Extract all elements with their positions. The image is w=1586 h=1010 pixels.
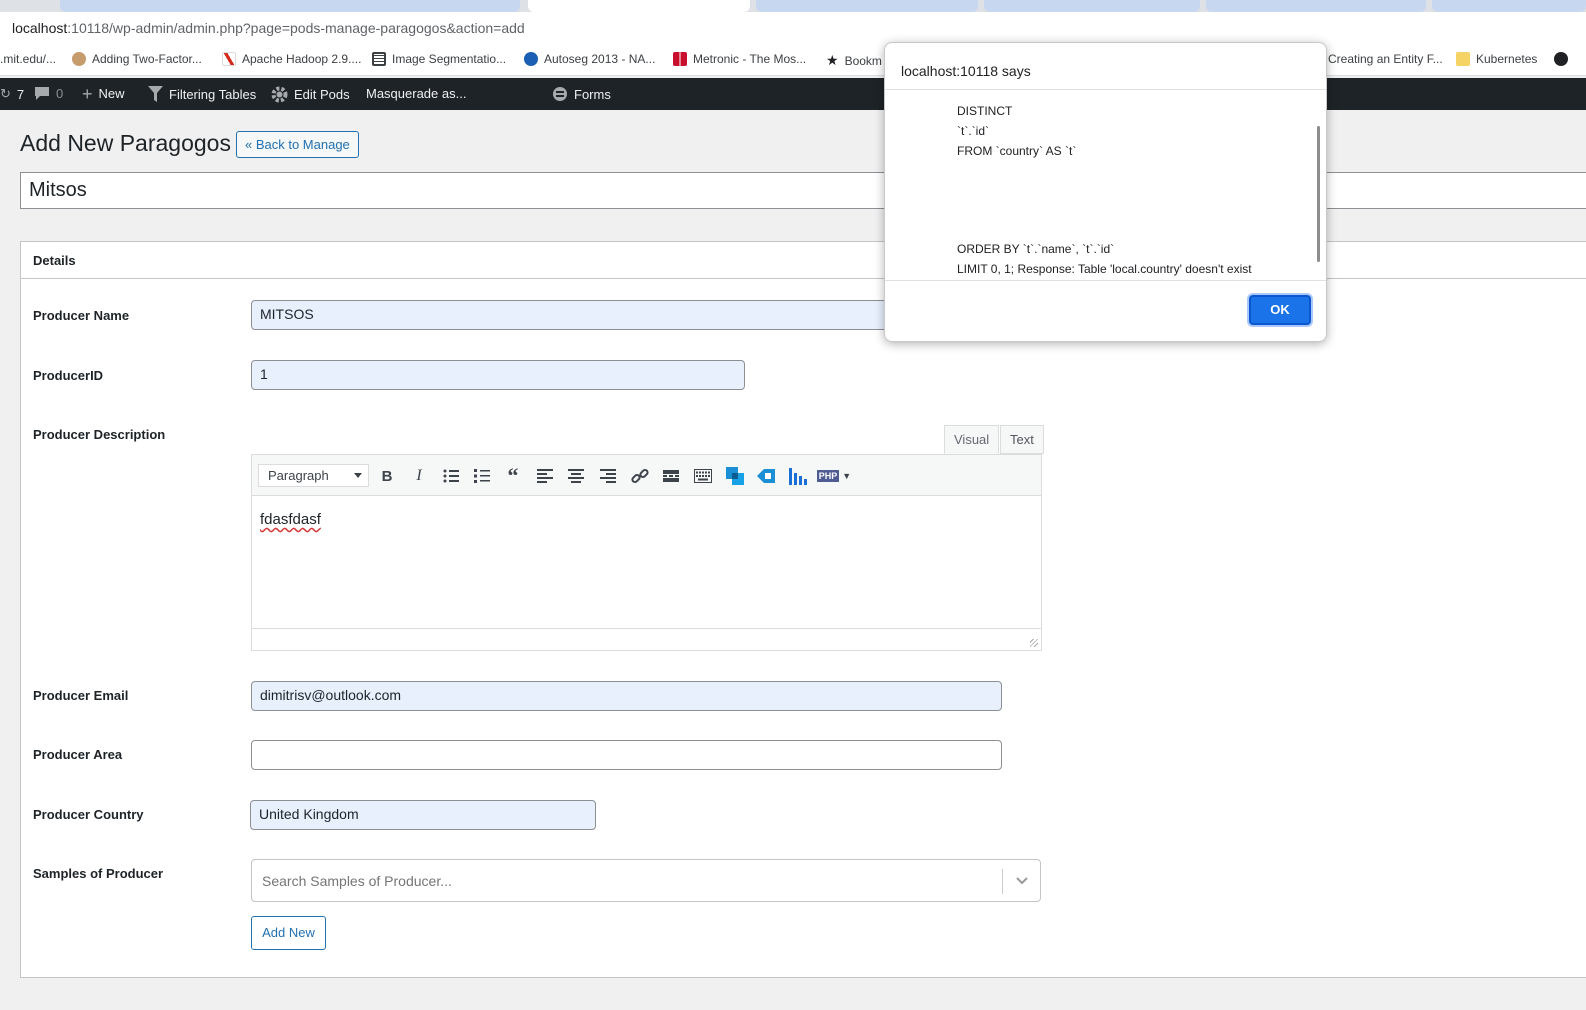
format-select[interactable]: Paragraph bbox=[258, 464, 369, 487]
numbered-list-icon[interactable] bbox=[471, 465, 493, 487]
browser-tab[interactable] bbox=[984, 0, 1200, 12]
chevron-down-icon bbox=[354, 473, 362, 478]
dialog-line: ORDER BY `t`.`name`, `t`.`id` bbox=[957, 242, 1115, 256]
dialog-line: FROM `country` AS `t` bbox=[957, 144, 1077, 158]
dialog-title: localhost:10118 says bbox=[901, 63, 1031, 79]
ok-button[interactable]: OK bbox=[1249, 295, 1311, 325]
dialog-line: DISTINCT bbox=[957, 104, 1013, 118]
postbox-title: Details bbox=[33, 253, 76, 268]
gear-icon bbox=[271, 86, 288, 103]
plugin-shape-icon[interactable] bbox=[755, 465, 777, 487]
bookmarks-bar: .mit.edu/... Adding Two-Factor... Apache… bbox=[0, 44, 1586, 76]
php-icon[interactable]: PHP ▼ bbox=[816, 465, 851, 487]
editor-statusbar bbox=[252, 628, 1041, 650]
producer-id-label: ProducerID bbox=[33, 368, 104, 383]
align-center-icon[interactable] bbox=[565, 465, 587, 487]
producer-description-label: Producer Description bbox=[33, 427, 166, 442]
browser-tab[interactable] bbox=[756, 0, 978, 12]
browser-tab-strip bbox=[0, 0, 1586, 12]
select-divider bbox=[1002, 869, 1003, 894]
bold-icon[interactable]: B bbox=[376, 465, 398, 487]
new-content-item[interactable]: + New bbox=[82, 83, 125, 104]
samples-search-select[interactable]: Search Samples of Producer... bbox=[251, 859, 1041, 902]
tab-text[interactable]: Text bbox=[1000, 425, 1044, 454]
bookmark-item[interactable]: Apache Hadoop 2.9.... bbox=[222, 52, 361, 66]
book-icon bbox=[372, 52, 386, 66]
editor-content[interactable]: fdasfdasf bbox=[260, 511, 321, 528]
producer-country-label: Producer Country bbox=[33, 807, 144, 822]
bookmark-item[interactable]: ★ Bookm bbox=[826, 52, 882, 69]
italic-icon[interactable]: I bbox=[408, 465, 430, 487]
metronic-icon bbox=[673, 52, 687, 66]
bookmark-item[interactable]: Adding Two-Factor... bbox=[72, 52, 202, 66]
back-to-manage-button[interactable]: « Back to Manage bbox=[236, 131, 359, 158]
keyboard-icon[interactable] bbox=[692, 465, 714, 487]
wp-admin-bar: ↻ 7 0 + New Filtering Tables Edit Pods Mas… bbox=[0, 78, 1586, 110]
samples-search-placeholder: Search Samples of Producer... bbox=[262, 873, 452, 889]
comments-item[interactable]: 0 bbox=[34, 86, 63, 101]
browser-tab[interactable] bbox=[1206, 0, 1426, 12]
browser-tab-active[interactable] bbox=[528, 0, 750, 12]
editor-toolbar: Paragraph B I “ PHP ▼ bbox=[252, 455, 1041, 496]
folder-icon bbox=[1456, 52, 1470, 66]
producer-area-input[interactable] bbox=[251, 740, 1002, 770]
producer-name-label: Producer Name bbox=[33, 308, 130, 323]
forms-item[interactable]: Forms bbox=[552, 86, 611, 102]
alert-dialog: localhost:10118 says DISTINCT `t`.`id` F… bbox=[884, 42, 1327, 342]
dialog-message[interactable]: DISTINCT `t`.`id` FROM `country` AS `t` … bbox=[885, 89, 1326, 281]
chevron-down-icon[interactable] bbox=[1015, 873, 1029, 887]
bookmark-item[interactable]: Metronic - The Mos... bbox=[673, 52, 806, 66]
read-more-icon[interactable] bbox=[660, 465, 682, 487]
dialog-line: LIMIT 0, 1; Response: Table 'local.count… bbox=[957, 262, 1252, 276]
postbox-header[interactable]: Details bbox=[21, 242, 1586, 279]
edit-pods-item[interactable]: Edit Pods bbox=[271, 86, 350, 103]
samples-label: Samples of Producer bbox=[33, 866, 164, 881]
globe-icon bbox=[1554, 52, 1568, 66]
producer-email-label: Producer Email bbox=[33, 688, 129, 703]
blockquote-icon[interactable]: “ bbox=[502, 463, 524, 488]
align-left-icon[interactable] bbox=[534, 465, 556, 487]
add-new-sample-button[interactable]: Add New bbox=[251, 916, 326, 950]
tab-visual[interactable]: Visual bbox=[944, 425, 1000, 454]
url-text[interactable]: localhost:10118/wp-admin/admin.php?page=… bbox=[12, 20, 525, 36]
star-icon: ★ bbox=[826, 52, 839, 68]
chart-icon[interactable] bbox=[787, 465, 809, 487]
comment-icon bbox=[35, 87, 49, 100]
link-icon[interactable] bbox=[629, 465, 651, 487]
producer-email-input[interactable]: dimitrisv@outlook.com bbox=[251, 681, 1002, 711]
updates-item[interactable]: ↻ 7 bbox=[0, 86, 24, 102]
description-editor: Paragraph B I “ PHP ▼ fdasfdasf bbox=[251, 454, 1042, 651]
masquerade-item[interactable]: Masquerade as... bbox=[366, 86, 466, 101]
autoseg-icon bbox=[524, 52, 538, 66]
browser-tab[interactable] bbox=[60, 0, 520, 12]
bullet-list-icon[interactable] bbox=[440, 465, 462, 487]
title-input[interactable]: Mitsos bbox=[20, 172, 1586, 209]
bookmark-item[interactable] bbox=[1554, 52, 1568, 66]
producer-area-label: Producer Area bbox=[33, 747, 123, 762]
bookmark-item[interactable]: Autoseg 2013 - NA... bbox=[524, 52, 655, 66]
forms-icon bbox=[553, 87, 567, 101]
page-title: Add New Paragogos bbox=[20, 130, 231, 156]
resize-handle[interactable] bbox=[1030, 639, 1038, 647]
align-right-icon[interactable] bbox=[597, 465, 619, 487]
producer-id-input[interactable]: 1 bbox=[251, 360, 745, 390]
bookmark-item[interactable]: .mit.edu/... bbox=[0, 52, 56, 66]
plugin-bubble-icon[interactable] bbox=[724, 465, 746, 487]
bookmark-item[interactable]: Image Segmentatio... bbox=[372, 52, 506, 66]
producer-name-input[interactable]: MITSOS bbox=[251, 300, 891, 330]
hadoop-icon bbox=[222, 52, 236, 66]
plus-icon: + bbox=[82, 83, 93, 104]
bookmark-item[interactable]: Creating an Entity F... bbox=[1328, 52, 1443, 66]
address-bar[interactable]: localhost:10118/wp-admin/admin.php?page=… bbox=[0, 12, 1586, 44]
dialog-scrollbar[interactable] bbox=[1317, 126, 1320, 262]
browser-tab[interactable] bbox=[1432, 0, 1586, 12]
filter-icon bbox=[148, 86, 163, 102]
dialog-line: `t`.`id` bbox=[957, 124, 989, 138]
filtering-tables-item[interactable]: Filtering Tables bbox=[148, 86, 256, 102]
bookmark-item[interactable]: Kubernetes bbox=[1456, 52, 1537, 66]
refresh-icon: ↻ bbox=[0, 86, 11, 101]
avatar-icon bbox=[72, 52, 86, 66]
producer-country-input[interactable]: United Kingdom bbox=[250, 800, 596, 830]
